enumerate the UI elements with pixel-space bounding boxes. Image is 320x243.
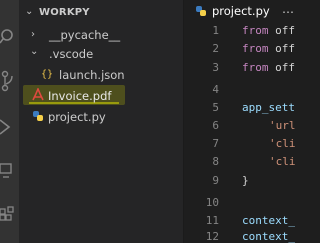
- code-text: from off: [242, 42, 295, 55]
- code-line[interactable]: 6 'url: [185, 119, 300, 137]
- python-file-icon: [32, 110, 44, 125]
- extensions-icon[interactable]: [0, 204, 19, 226]
- line-number: 7: [212, 137, 219, 150]
- code-text: from off: [242, 61, 295, 74]
- editor-area: project.py … 1 from off 2 from off 3 from off…: [185, 0, 300, 243]
- line-number: 6: [212, 119, 219, 132]
- remote-explorer-icon[interactable]: [0, 160, 19, 182]
- code-line[interactable]: 10: [185, 196, 300, 214]
- code-text: 'cli: [269, 155, 296, 168]
- tree-item-label: project.py: [48, 110, 106, 124]
- code-line[interactable]: 12 context_: [185, 230, 300, 243]
- pdf-file-icon: [32, 86, 44, 104]
- tree-item-launch-json[interactable]: {} launch.json: [19, 64, 184, 86]
- source-control-icon[interactable]: [0, 70, 19, 92]
- code-text: from off: [242, 24, 295, 37]
- tree-item-label: launch.json: [59, 68, 125, 82]
- tree-item-label: __pycache__: [49, 28, 121, 42]
- line-number: 8: [212, 155, 219, 168]
- chevron-down-icon: ⌄: [30, 46, 39, 57]
- code-text: 'url: [269, 119, 296, 132]
- code-line[interactable]: 7 'cli: [185, 137, 300, 155]
- tree-item-vscode[interactable]: ⌄ .vscode: [19, 43, 184, 65]
- code-line[interactable]: 9}: [185, 174, 300, 192]
- more-icon[interactable]: …: [282, 2, 294, 16]
- tree-item-project-py[interactable]: project.py: [19, 106, 184, 128]
- activity-bar: [0, 0, 19, 243]
- code-line[interactable]: 1 from off: [185, 24, 300, 42]
- python-file-icon: [195, 5, 207, 20]
- tab-bar: project.py …: [185, 0, 300, 22]
- line-number: 5: [212, 101, 219, 114]
- code-text: 'cli: [269, 137, 296, 150]
- line-number: 10: [205, 196, 219, 209]
- search-icon[interactable]: [0, 26, 19, 48]
- workspace-title: WORKPY: [39, 7, 90, 18]
- json-file-icon: {}: [41, 69, 54, 80]
- code-text: app_sett: [242, 101, 295, 114]
- code-line[interactable]: 2 from off: [185, 42, 300, 60]
- tab-label: project.py: [212, 4, 270, 18]
- chevron-down-icon: ⌄: [25, 6, 34, 17]
- code-text: }: [242, 174, 249, 187]
- code-text: context_: [242, 230, 295, 243]
- code-line[interactable]: 4: [185, 83, 300, 101]
- tree-item-label: Invoice.pdf: [48, 89, 112, 103]
- explorer-section-header[interactable]: ⌄ WORKPY: [19, 0, 184, 24]
- line-number: 4: [212, 83, 219, 96]
- explorer-sidebar: ⌄ WORKPY › __pycache__ ⌄ .vscode {} laun…: [19, 0, 184, 243]
- line-number: 3: [212, 61, 219, 74]
- line-number: 11: [205, 214, 219, 227]
- chevron-right-icon: ›: [31, 29, 35, 40]
- line-number: 2: [212, 42, 219, 55]
- line-number: 1: [212, 24, 219, 37]
- code-line[interactable]: 5 app_sett: [185, 101, 300, 119]
- tree-item-label: .vscode: [49, 47, 94, 61]
- run-debug-icon[interactable]: [0, 116, 19, 138]
- code-text: context_: [242, 214, 295, 227]
- code-line[interactable]: 3 from off: [185, 61, 300, 79]
- tab-project-py[interactable]: project.py …: [185, 0, 300, 22]
- code-line[interactable]: 8 'cli: [185, 155, 300, 173]
- line-number: 9: [212, 174, 219, 187]
- tree-item-invoice-pdf[interactable]: Invoice.pdf: [19, 85, 184, 107]
- line-number: 12: [205, 230, 219, 243]
